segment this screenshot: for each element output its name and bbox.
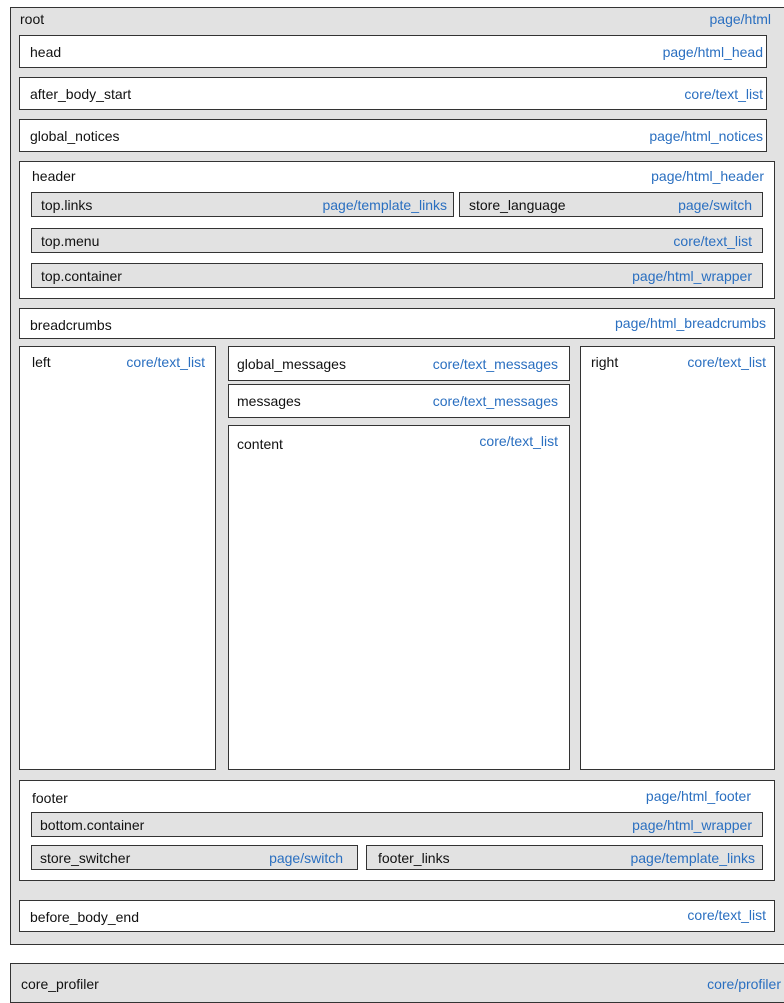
block-before-body-end: before_body_end core/text_list [19, 900, 775, 932]
block-name: messages [237, 393, 301, 409]
block-type: page/html [709, 11, 771, 27]
block-top-menu: top.menu core/text_list [31, 228, 763, 253]
block-type: page/html_head [662, 44, 763, 60]
block-type: core/text_list [684, 86, 763, 102]
block-global-notices: global_notices page/html_notices [19, 119, 767, 152]
block-type: core/text_list [687, 907, 766, 923]
block-head: head page/html_head [19, 35, 767, 68]
block-right: right core/text_list [580, 346, 775, 770]
block-type: page/html_wrapper [632, 817, 752, 833]
block-store-switcher: store_switcher page/switch [31, 845, 358, 870]
block-name: root [20, 11, 45, 27]
block-type: page/html_header [651, 168, 764, 184]
block-breadcrumbs: breadcrumbs page/html_breadcrumbs [19, 308, 775, 339]
block-type: page/html_wrapper [632, 268, 752, 284]
block-type: core/text_list [126, 354, 205, 370]
block-type: page/html_footer [645, 788, 751, 804]
block-top-container: top.container page/html_wrapper [31, 263, 763, 288]
block-bottom-container: bottom.container page/html_wrapper [31, 812, 763, 837]
block-type: core/text_messages [432, 393, 558, 409]
block-type: page/switch [678, 197, 752, 213]
block-type: core/profiler [707, 976, 781, 992]
block-name: head [30, 44, 62, 60]
block-name: header [32, 168, 76, 184]
block-type: core/text_list [479, 433, 558, 449]
block-type: core/text_messages [432, 356, 558, 372]
block-name: top.menu [41, 233, 100, 249]
block-name: store_language [469, 197, 566, 213]
block-name: global_notices [30, 128, 120, 144]
block-name: bottom.container [40, 817, 145, 833]
block-name: footer_links [378, 850, 450, 866]
block-footer-links: footer_links page/template_links [366, 845, 763, 870]
block-name: top.links [41, 197, 93, 213]
block-name: core_profiler [21, 976, 99, 992]
block-name: right [591, 354, 619, 370]
block-core-profiler: core_profiler core/profiler [10, 963, 784, 1003]
block-type: page/template_links [630, 850, 755, 866]
block-type: page/html_notices [649, 128, 763, 144]
block-name: top.container [41, 268, 122, 284]
block-messages: messages core/text_messages [228, 384, 570, 418]
block-name: after_body_start [30, 86, 132, 102]
block-after-body-start: after_body_start core/text_list [19, 77, 767, 110]
block-store-language: store_language page/switch [459, 192, 763, 217]
block-name: content [237, 436, 283, 452]
block-name: store_switcher [40, 850, 131, 866]
block-global-messages: global_messages core/text_messages [228, 346, 570, 381]
block-type: core/text_list [673, 233, 752, 249]
block-type: page/switch [269, 850, 343, 866]
block-content: content core/text_list [228, 425, 570, 770]
block-left: left core/text_list [19, 346, 216, 770]
block-type: page/html_breadcrumbs [615, 315, 766, 331]
block-top-links: top.links page/template_links [31, 192, 454, 217]
block-name: before_body_end [30, 909, 139, 925]
block-type: page/template_links [322, 197, 447, 213]
block-name: left [32, 354, 51, 370]
block-name: global_messages [237, 356, 346, 372]
block-type: core/text_list [687, 354, 766, 370]
block-name: breadcrumbs [30, 317, 112, 333]
block-name: footer [32, 790, 68, 806]
